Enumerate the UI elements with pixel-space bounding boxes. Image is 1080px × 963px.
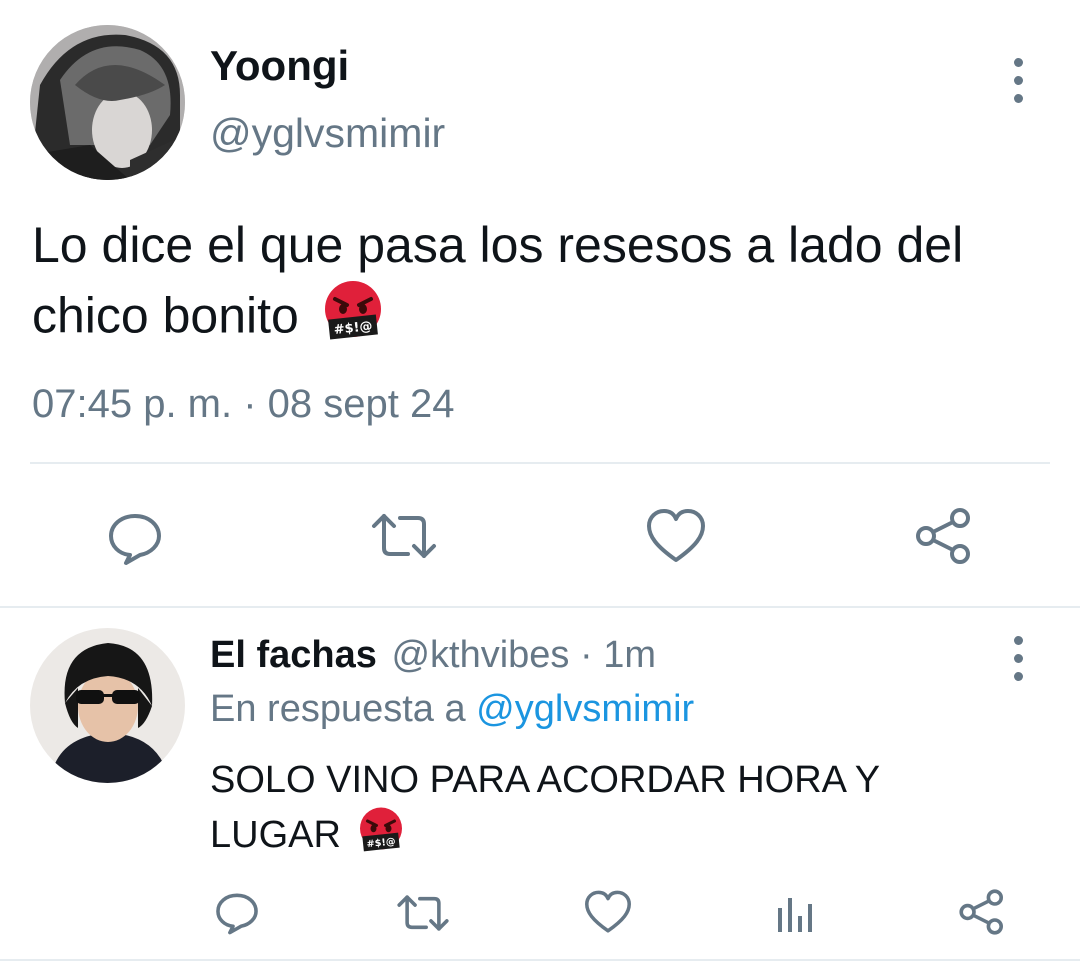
reply-header: El fachas @kthvibes · 1m	[210, 634, 656, 677]
reply-icon[interactable]	[106, 508, 164, 566]
retweet-icon[interactable]	[396, 892, 450, 934]
section-divider	[0, 606, 1080, 608]
analytics-icon[interactable]	[776, 894, 816, 934]
reply-context-prefix: En respuesta a	[210, 688, 466, 730]
angry-face-symbols-emoji: #$!@	[355, 806, 407, 868]
user-handle[interactable]: @yglvsmimir	[210, 110, 445, 157]
avatar-yoongi[interactable]	[30, 25, 185, 180]
reply-context-handle[interactable]: @yglvsmimir	[476, 688, 694, 730]
reply-icon[interactable]	[214, 889, 260, 935]
heart-icon[interactable]	[584, 890, 632, 934]
tweet-text: Lo dice el que pasa los resesos a lado d…	[32, 212, 1042, 360]
reply-time-ago[interactable]: · 1m	[580, 634, 656, 676]
share-icon[interactable]	[958, 888, 1006, 936]
reply-more-vertical-icon[interactable]	[1011, 636, 1025, 681]
more-vertical-icon[interactable]	[1011, 58, 1025, 103]
tweet-timestamp[interactable]: 07:45 p. m. · 08 sept 24	[32, 382, 454, 427]
retweet-icon[interactable]	[370, 510, 438, 562]
divider	[30, 462, 1050, 464]
tweet-text-content: Lo dice el que pasa los resesos a lado d…	[32, 217, 964, 344]
heart-icon[interactable]	[646, 508, 706, 564]
reply-context: En respuesta a @yglvsmimir	[210, 688, 694, 731]
reply-user-handle[interactable]: @kthvibes	[391, 634, 569, 676]
reply-display-name[interactable]: El fachas	[210, 634, 377, 676]
reply-text-content: SOLO VINO PARA ACORDAR HORA Y LUGAR	[210, 759, 880, 857]
display-name[interactable]: Yoongi	[210, 42, 349, 90]
avatar-el-fachas[interactable]	[30, 628, 185, 783]
reply-text: SOLO VINO PARA ACORDAR HORA Y LUGAR #$!@	[210, 754, 970, 868]
angry-face-symbols-emoji: #$!@	[319, 279, 387, 360]
share-icon[interactable]	[914, 506, 974, 566]
bottom-divider	[0, 959, 1080, 961]
